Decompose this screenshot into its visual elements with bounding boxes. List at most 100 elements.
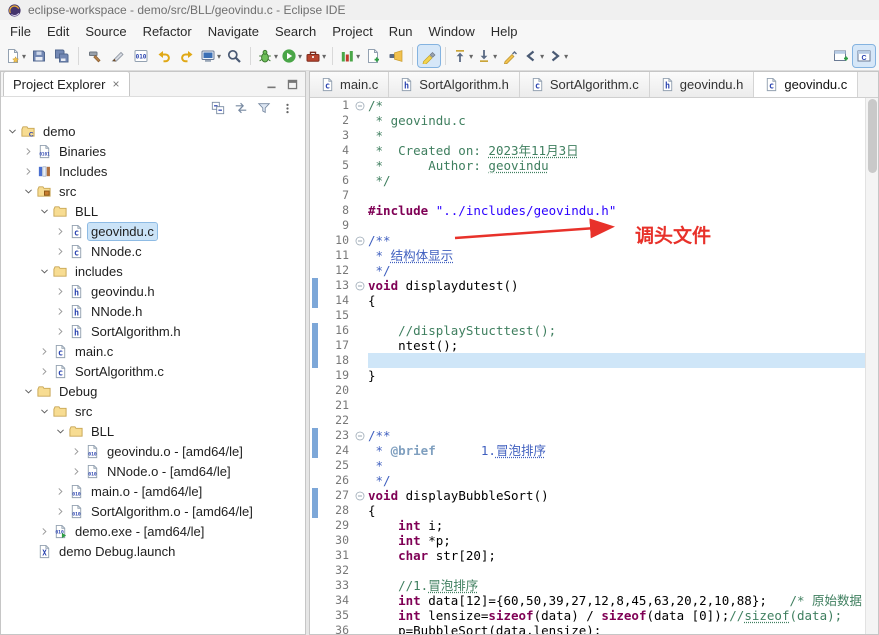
search-button[interactable] <box>223 45 245 67</box>
expand-arrow-icon[interactable] <box>5 124 19 138</box>
open-element-button[interactable] <box>385 45 407 67</box>
expand-arrow-icon[interactable] <box>37 344 51 358</box>
forward-button[interactable]: ▾ <box>546 45 569 67</box>
annotation-ruler-cell[interactable] <box>310 488 322 503</box>
last-edit-location-button[interactable] <box>499 45 521 67</box>
fold-minus-icon[interactable] <box>352 98 368 113</box>
open-console-button[interactable]: ▾ <box>199 45 222 67</box>
annotation-ruler-cell[interactable] <box>310 503 322 518</box>
expand-arrow-icon[interactable] <box>37 404 51 418</box>
minimize-button[interactable] <box>263 76 279 92</box>
annotation-ruler-cell[interactable] <box>310 128 322 143</box>
tree-item[interactable]: Xdemo Debug.launch <box>1 541 305 561</box>
menu-window[interactable]: Window <box>421 22 483 41</box>
redo-button[interactable] <box>176 45 198 67</box>
annotation-ruler-cell[interactable] <box>310 233 322 248</box>
expand-arrow-icon[interactable] <box>53 324 67 338</box>
tree-item[interactable]: BLL <box>1 421 305 441</box>
project-tree[interactable]: Cdemo 0101 Binaries Includes src BLL c geovindu… <box>1 119 305 634</box>
annotation-ruler-cell[interactable] <box>310 278 322 293</box>
editor-body[interactable]: 1/* 2 * geovindu.c 3 * 4 * Created on: 2023… <box>310 98 878 634</box>
tab-project-explorer[interactable]: Project Explorer × <box>3 71 130 96</box>
fold-minus-icon[interactable] <box>352 278 368 293</box>
editor-scrollbar[interactable] <box>865 98 878 634</box>
fold-minus-icon[interactable] <box>352 428 368 443</box>
annotation-ruler-cell[interactable] <box>310 413 322 428</box>
annotation-ruler-cell[interactable] <box>310 203 322 218</box>
annotation-ruler-cell[interactable] <box>310 518 322 533</box>
cpp-perspective-button[interactable]: C <box>852 44 876 68</box>
close-icon[interactable]: × <box>112 77 119 91</box>
tree-item[interactable]: includes <box>1 261 305 281</box>
tree-item[interactable]: src <box>1 401 305 421</box>
annotation-ruler-cell[interactable] <box>310 293 322 308</box>
expand-arrow-icon[interactable] <box>21 144 35 158</box>
tree-item[interactable]: 010 main.o - [amd64/le] <box>1 481 305 501</box>
menu-file[interactable]: File <box>2 22 39 41</box>
menu-source[interactable]: Source <box>77 22 134 41</box>
menu-run[interactable]: Run <box>381 22 421 41</box>
filter-button[interactable] <box>256 100 272 116</box>
menu-navigate[interactable]: Navigate <box>200 22 267 41</box>
editor-tab-SortAlgorithm.h[interactable]: h SortAlgorithm.h <box>389 72 520 97</box>
annotation-ruler-cell[interactable] <box>310 353 322 368</box>
tree-item[interactable]: c main.c <box>1 341 305 361</box>
expand-arrow-icon[interactable] <box>53 484 67 498</box>
editor-tab-SortAlgorithm.c[interactable]: c SortAlgorithm.c <box>519 72 650 97</box>
knife-button[interactable] <box>107 45 129 67</box>
save-all-button[interactable] <box>51 45 73 67</box>
tree-item[interactable]: BLL <box>1 201 305 221</box>
expand-arrow-icon[interactable] <box>53 224 67 238</box>
expand-arrow-icon[interactable] <box>21 184 35 198</box>
annotation-ruler-cell[interactable] <box>310 368 322 383</box>
tree-item[interactable]: 010 demo.exe - [amd64/le] <box>1 521 305 541</box>
menu-help[interactable]: Help <box>483 22 526 41</box>
expand-arrow-icon[interactable] <box>37 524 51 538</box>
fold-minus-icon[interactable] <box>352 488 368 503</box>
annotation-ruler-cell[interactable] <box>310 548 322 563</box>
annotation-ruler-cell[interactable] <box>310 218 322 233</box>
expand-arrow-icon[interactable] <box>53 244 67 258</box>
annotation-ruler-cell[interactable] <box>310 98 322 113</box>
expand-arrow-icon[interactable] <box>53 284 67 298</box>
tree-item[interactable]: c NNode.c <box>1 241 305 261</box>
menu-refactor[interactable]: Refactor <box>135 22 200 41</box>
new-cpp-button[interactable] <box>362 45 384 67</box>
menu-search[interactable]: Search <box>267 22 324 41</box>
previous-annotation-button[interactable]: ▾ <box>451 45 474 67</box>
editor-tab-main.c[interactable]: c main.c <box>310 72 390 97</box>
maximize-button[interactable] <box>284 76 300 92</box>
menu-project[interactable]: Project <box>324 22 380 41</box>
tree-item[interactable]: src <box>1 181 305 201</box>
open-perspective-button[interactable] <box>830 45 852 67</box>
annotation-ruler-cell[interactable] <box>310 533 322 548</box>
collapse-all-button[interactable] <box>210 100 226 116</box>
tree-item[interactable]: h NNode.h <box>1 301 305 321</box>
expand-arrow-icon[interactable] <box>53 304 67 318</box>
code-area[interactable]: 1/* 2 * geovindu.c 3 * 4 * Created on: 2023… <box>310 98 878 634</box>
expand-arrow-icon[interactable] <box>21 164 35 178</box>
link-with-editor-button[interactable] <box>233 100 249 116</box>
tree-item[interactable]: h SortAlgorithm.h <box>1 321 305 341</box>
binary-button[interactable]: 010 <box>130 45 152 67</box>
annotation-ruler-cell[interactable] <box>310 563 322 578</box>
annotation-ruler-cell[interactable] <box>310 623 322 634</box>
annotation-ruler-cell[interactable] <box>310 608 322 623</box>
expand-arrow-icon[interactable] <box>69 444 83 458</box>
expand-arrow-icon[interactable] <box>53 504 67 518</box>
tree-item[interactable]: 0101 Binaries <box>1 141 305 161</box>
fold-minus-icon[interactable] <box>352 233 368 248</box>
annotation-ruler-cell[interactable] <box>310 458 322 473</box>
tree-item[interactable]: Includes <box>1 161 305 181</box>
tree-item[interactable]: 010 NNode.o - [amd64/le] <box>1 461 305 481</box>
annotation-ruler-cell[interactable] <box>310 443 322 458</box>
scrollbar-thumb[interactable] <box>868 99 877 173</box>
expand-arrow-icon[interactable] <box>37 264 51 278</box>
annotation-ruler-cell[interactable] <box>310 143 322 158</box>
tree-item[interactable]: c SortAlgorithm.c <box>1 361 305 381</box>
menu-edit[interactable]: Edit <box>39 22 77 41</box>
tree-item[interactable]: 010 SortAlgorithm.o - [amd64/le] <box>1 501 305 521</box>
annotation-ruler-cell[interactable] <box>310 248 322 263</box>
annotation-ruler-cell[interactable] <box>310 173 322 188</box>
annotation-ruler-cell[interactable] <box>310 578 322 593</box>
